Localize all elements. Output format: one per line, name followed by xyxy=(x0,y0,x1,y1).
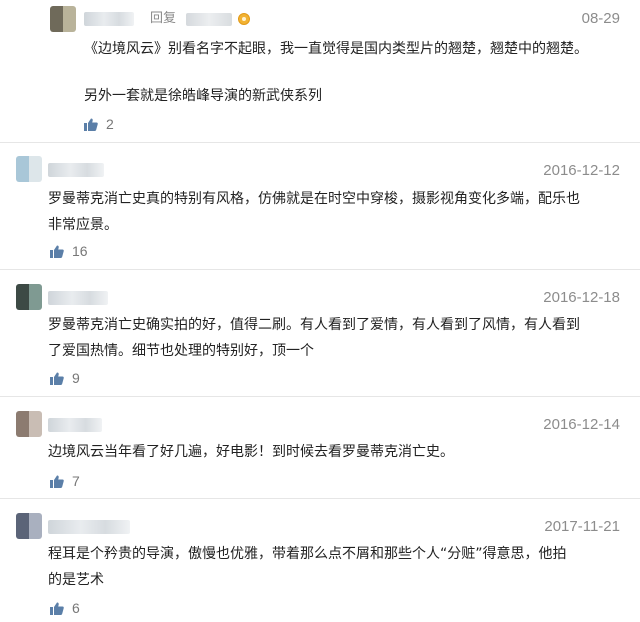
thumbs-up-icon xyxy=(50,372,64,385)
reply-label: 回复 xyxy=(150,11,177,26)
comment-text: 《边境风云》别看名字不起眼，我一直觉得是国内类型片的翘楚，翘楚中的翘楚。 xyxy=(84,41,588,57)
username[interactable] xyxy=(84,12,134,26)
comment-date: 2016-12-14 xyxy=(543,416,620,433)
comment-text: 罗曼蒂克消亡史真的特别有风格，仿佛就是在时空中穿梭，摄影视角变化多端，配乐也 非… xyxy=(48,191,580,233)
avatar[interactable] xyxy=(50,6,76,32)
like-button[interactable]: 6 xyxy=(50,599,80,617)
comment-date: 2017-11-21 xyxy=(544,518,620,535)
avatar[interactable] xyxy=(16,156,42,182)
thumbs-up-icon xyxy=(50,245,64,258)
username[interactable] xyxy=(48,520,130,534)
thumbs-up-icon xyxy=(50,475,64,488)
like-button[interactable]: 2 xyxy=(84,115,114,133)
thumbs-up-icon xyxy=(50,602,64,615)
comment-date: 08-29 xyxy=(581,10,620,27)
username[interactable] xyxy=(48,418,102,432)
comment-text: 程耳是个矜贵的导演，傲慢也优雅，带着那么点不屑和那些个人“分赃”得意思，他拍 的… xyxy=(48,546,567,588)
like-count: 7 xyxy=(72,473,80,489)
like-button[interactable]: 9 xyxy=(50,369,80,387)
avatar[interactable] xyxy=(16,284,42,310)
comment-item: 回复 08-29 《边境风云》别看名字不起眼，我一直觉得是国内类型片的翘楚，翘楚… xyxy=(0,0,640,142)
comment-item: 2016-12-12 罗曼蒂克消亡史真的特别有风格，仿佛就是在时空中穿梭，摄影视… xyxy=(0,143,640,269)
comment-item: 2016-12-14 边境风云当年看了好几遍，好电影！到时候去看罗曼蒂克消亡史。… xyxy=(0,397,640,495)
like-button[interactable]: 7 xyxy=(50,472,80,490)
comment-date: 2016-12-12 xyxy=(543,162,620,179)
reply-to-username[interactable] xyxy=(186,13,232,26)
username[interactable] xyxy=(48,291,108,305)
comment-date: 2016-12-18 xyxy=(543,289,620,306)
comment-item: 2017-11-21 程耳是个矜贵的导演，傲慢也优雅，带着那么点不屑和那些个人“… xyxy=(0,499,640,622)
like-count: 16 xyxy=(72,243,88,259)
comment-text: 边境风云当年看了好几遍，好电影！到时候去看罗曼蒂克消亡史。 xyxy=(48,444,454,460)
like-count: 2 xyxy=(106,116,114,132)
thumbs-up-icon xyxy=(84,118,98,131)
avatar[interactable] xyxy=(16,513,42,539)
like-count: 9 xyxy=(72,370,80,386)
username[interactable] xyxy=(48,163,104,177)
comment-text: 罗曼蒂克消亡史确实拍的好，值得二刷。有人看到了爱情，有人看到了风情，有人看到 了… xyxy=(48,317,580,359)
vip-badge-icon xyxy=(238,13,250,25)
like-count: 6 xyxy=(72,600,80,616)
comment-item: 2016-12-18 罗曼蒂克消亡史确实拍的好，值得二刷。有人看到了爱情，有人看… xyxy=(0,270,640,396)
comment-text-line: 另外一套就是徐皓峰导演的新武侠系列 xyxy=(84,88,322,104)
avatar[interactable] xyxy=(16,411,42,437)
like-button[interactable]: 16 xyxy=(50,242,88,260)
